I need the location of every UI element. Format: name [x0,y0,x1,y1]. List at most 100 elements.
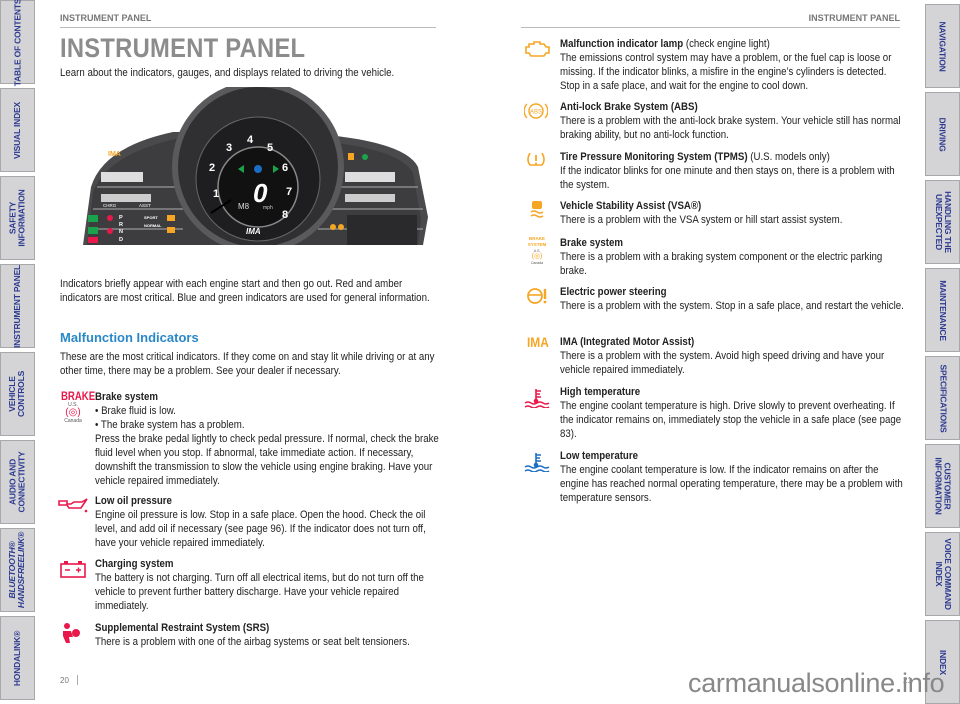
battery-icon [60,561,86,578]
svg-text:N: N [119,229,123,235]
item-title: Tire Pressure Monitoring System (TPMS) [560,151,748,163]
svg-text:D: D [119,237,123,243]
tab-label: DRIVING [938,116,948,152]
item-title: Electric power steering [560,286,667,298]
left-section-tabs: TABLE OF CONTENTS VISUAL INDEX SAFETY IN… [0,0,36,703]
item-title: Low temperature [560,450,639,462]
item-title: Anti-lock Brake System (ABS) [560,101,698,113]
svg-text:R: R [119,222,123,228]
item-text: The battery is not charging. Turn off al… [95,572,424,612]
list-item-tpms: Tire Pressure Monitoring System (TPMS) (… [560,150,908,192]
svg-text:ABS: ABS [530,110,542,116]
tab-label: AUDIO AND CONNECTIVITY [7,451,27,513]
tab-label: VEHICLE CONTROLS [7,370,27,418]
item-text: • Brake fluid is low. • The brake system… [95,405,439,487]
intro-text: Learn about the indicators, gauges, and … [60,67,395,79]
tab-label: SAFETY INFORMATION [7,189,27,247]
tab-label: TABLE OF CONTENTS [12,0,23,86]
tab-specifications[interactable]: SPECIFICATIONS [925,356,960,440]
tab-label: INSTRUMENT PANEL [12,264,22,348]
tab-label: CUSTOMER INFORMATION [933,457,953,515]
section-paragraph: These are the most critical indicators. … [60,351,435,377]
list-item-charging-system: Charging system The battery is not chargi… [95,557,443,613]
item-title: Brake system [95,391,158,403]
item-text: Engine oil pressure is low. Stop in a sa… [95,509,426,549]
tab-voice-command-index[interactable]: VOICE COMMAND INDEX [925,532,960,616]
item-title: Brake system [560,237,623,249]
tab-navigation[interactable]: NAVIGATION [925,4,960,88]
instrument-panel-illustration: 1 2 3 4 5 6 7 8 0 mph M8 IMA CHRG ASST I… [83,87,428,245]
tab-label: VISUAL INDEX [12,101,22,159]
airbag-icon [63,623,80,643]
right-section-tabs: NAVIGATION DRIVING HANDLING THE UNEXPECT… [924,0,960,704]
list-item-abs: Anti-lock Brake System (ABS) There is a p… [560,100,908,142]
speed-unit: mph [263,205,273,211]
header-divider [60,27,436,28]
tab-vehicle-controls[interactable]: VEHICLE CONTROLS [0,352,35,436]
tab-hondalink[interactable]: HONDALINK® [0,616,35,700]
tpms-icon [527,152,545,166]
running-head-left: INSTRUMENT PANEL [60,13,152,23]
item-text: There is a problem with the VSA system o… [560,214,843,226]
item-text: There is a problem with one of the airba… [95,636,410,648]
tab-audio-connectivity[interactable]: AUDIO AND CONNECTIVITY [0,440,35,524]
tab-customer-information[interactable]: CUSTOMER INFORMATION [925,444,960,528]
list-item-low-temperature: Low temperature The engine coolant temper… [560,449,908,505]
ima-logo: IMA [246,227,261,236]
tab-handling-unexpected[interactable]: HANDLING THE UNEXPECTED [925,180,960,264]
list-item-power-steering: Electric power steering There is a proble… [560,285,908,313]
tach-label: 8 [282,209,288,221]
item-note: (U.S. models only) [747,151,830,163]
page-number-divider [77,675,78,685]
item-text: There is a problem with a braking system… [560,251,883,277]
item-title: High temperature [560,386,641,398]
tab-visual-index[interactable]: VISUAL INDEX [0,88,35,172]
item-title: Vehicle Stability Assist (VSA®) [560,200,702,212]
list-item-ima: IMA (Integrated Motor Assist) There is a … [560,335,908,377]
vsa-icon [530,201,544,218]
check-engine-icon [525,41,550,57]
brake-system-icon: BRAKE SYSTEM U.S. (◎) Canada [527,236,547,265]
steering-icon [527,288,547,304]
tab-maintenance[interactable]: MAINTENANCE [925,268,960,352]
svg-text:SPORT: SPORT [144,215,158,220]
running-head-right: INSTRUMENT PANEL [808,13,900,23]
item-text: There is a problem with the system. Stop… [560,300,904,312]
item-text: The engine coolant temperature is low. I… [560,464,903,504]
page-title: INSTRUMENT PANEL [60,33,306,63]
item-title: Supplemental Restraint System (SRS) [95,622,270,634]
asst-label: ASST [139,203,151,208]
tach-label: 6 [282,162,288,174]
tab-label: HONDALINK® [12,630,23,686]
tab-driving[interactable]: DRIVING [925,92,960,176]
item-text: The emissions control system may have a … [560,52,892,92]
item-title: Malfunction indicator lamp [560,38,684,50]
tab-label: BLUETOOTH® HANDSFREELINK® [7,531,27,609]
tab-bluetooth-handsfreelink[interactable]: BLUETOOTH® HANDSFREELINK® [0,528,35,612]
list-item-brake-system: Brake system • Brake fluid is low. • The… [95,390,443,488]
item-title: Charging system [95,558,174,570]
list-item-brake-system: Brake system There is a problem with a br… [560,236,908,278]
tach-label: 3 [226,142,232,154]
item-note: (check engine light) [683,38,770,50]
svg-text:NORMAL: NORMAL [144,223,162,228]
tach-label: 5 [267,142,273,154]
gear-readout: M8 [238,202,250,211]
tach-label: 2 [209,162,215,174]
oil-can-icon [58,498,88,513]
item-title: Low oil pressure [95,495,172,507]
list-item-low-oil-pressure: Low oil pressure Engine oil pressure is l… [95,494,443,550]
header-divider [521,27,900,28]
tab-safety-information[interactable]: SAFETY INFORMATION [0,176,35,260]
tab-label: NAVIGATION [938,20,949,72]
indicators-paragraph: Indicators briefly appear with each engi… [60,278,430,304]
list-item-srs: Supplemental Restraint System (SRS) There… [95,621,443,649]
brake-icon: BRAKE U.S. (◎) Canada [61,389,96,424]
ima-icon: IMA [527,334,549,350]
tach-label: 1 [213,188,219,200]
speed-readout: 0 [253,178,268,208]
low-temp-icon [524,453,550,472]
list-item-vsa: Vehicle Stability Assist (VSA®) There is … [560,199,908,227]
tab-instrument-panel[interactable]: INSTRUMENT PANEL [0,264,35,348]
tab-table-of-contents[interactable]: TABLE OF CONTENTS [0,0,35,86]
